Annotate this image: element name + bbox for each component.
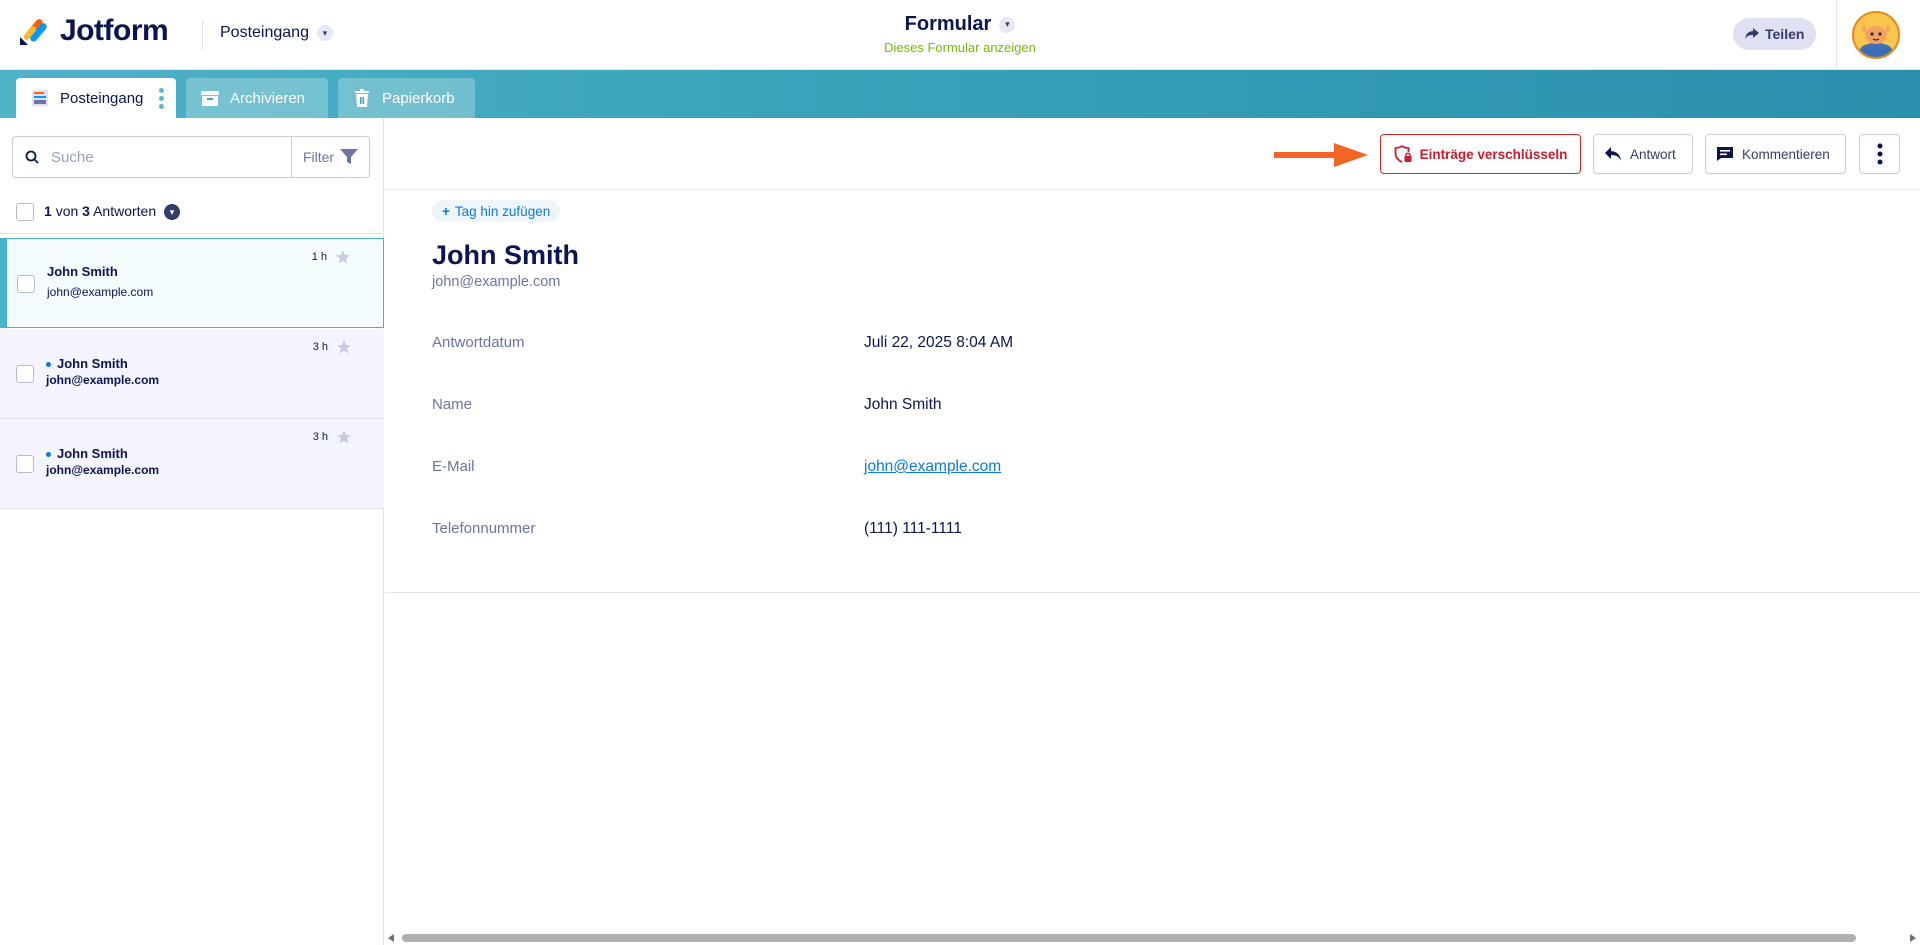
filter-button[interactable]: Filter bbox=[291, 137, 369, 177]
comment-icon bbox=[1717, 147, 1733, 161]
avatar-divider bbox=[1836, 0, 1837, 70]
scroll-left-icon[interactable] bbox=[388, 934, 394, 942]
tab-archive[interactable]: Archivieren bbox=[186, 78, 328, 118]
share-button[interactable]: Teilen bbox=[1733, 18, 1817, 50]
inbox-icon bbox=[30, 88, 50, 108]
field-label: Antwortdatum bbox=[432, 334, 525, 351]
field-label: E-Mail bbox=[432, 458, 475, 475]
share-arrow-icon bbox=[1745, 28, 1759, 39]
entry-name: John Smith bbox=[46, 356, 128, 371]
comment-button[interactable]: Kommentieren bbox=[1705, 134, 1846, 174]
plus-icon: + bbox=[442, 203, 450, 219]
reply-icon bbox=[1605, 147, 1621, 161]
entry-time: 1 h bbox=[311, 251, 327, 263]
detail-divider bbox=[385, 592, 1920, 593]
tab-label: Posteingang bbox=[60, 89, 144, 107]
count-of-word: von bbox=[55, 202, 79, 219]
form-title-dropdown[interactable]: Formular ▾ bbox=[905, 13, 1016, 36]
lock-shield-icon bbox=[1394, 145, 1412, 163]
field-label: Telefonnummer bbox=[432, 520, 536, 537]
scroll-right-icon[interactable] bbox=[1910, 934, 1916, 942]
unread-dot bbox=[46, 362, 51, 368]
field-value: Juli 22, 2025 8:04 AM bbox=[864, 334, 1014, 351]
email-link[interactable]: john@example.com bbox=[864, 458, 1001, 476]
tab-label: Papierkorb bbox=[382, 89, 455, 107]
entry-email: john@example.com bbox=[46, 373, 160, 387]
comments-label: Kommentieren bbox=[1742, 146, 1830, 162]
tab-label: Archivieren bbox=[230, 89, 306, 107]
entry-name-text: John Smith bbox=[57, 356, 128, 371]
entry-checkbox[interactable] bbox=[17, 275, 35, 293]
more-options-button[interactable] bbox=[1859, 134, 1900, 174]
submission-list-panel: Filter 1 von 3 Antworten ▾ John Smith jo… bbox=[0, 118, 384, 945]
share-label: Teilen bbox=[1765, 26, 1805, 42]
reply-button[interactable]: Antwort bbox=[1593, 134, 1693, 174]
count-answers-word: Antworten bbox=[93, 202, 157, 219]
tab-options-icon[interactable] bbox=[159, 87, 165, 109]
encrypt-entries-button[interactable]: Einträge verschlüsseln bbox=[1380, 134, 1581, 174]
form-title: Formular bbox=[904, 13, 992, 35]
list-header: 1 von 3 Antworten ▾ bbox=[0, 190, 384, 234]
list-item[interactable]: John Smith john@example.com 3 h bbox=[0, 419, 384, 509]
search-icon bbox=[13, 150, 51, 164]
encrypt-label: Einträge verschlüsseln bbox=[1419, 146, 1568, 162]
archive-icon bbox=[200, 88, 220, 108]
star-icon[interactable] bbox=[336, 339, 352, 355]
entry-time: 3 h bbox=[312, 341, 328, 353]
unread-dot bbox=[46, 452, 51, 458]
submitter-name: John Smith bbox=[432, 240, 579, 270]
orange-arrow-icon bbox=[1274, 143, 1368, 167]
funnel-icon bbox=[340, 149, 359, 164]
star-icon[interactable] bbox=[336, 429, 352, 445]
submitter-email: john@example.com bbox=[432, 274, 561, 290]
reply-label: Antwort bbox=[1630, 146, 1676, 162]
search-input[interactable] bbox=[51, 148, 291, 166]
search-box: Filter bbox=[12, 136, 370, 178]
submission-count: 1 von 3 Antworten ▾ bbox=[44, 202, 181, 221]
filter-label: Filter bbox=[302, 149, 335, 165]
kebab-menu-icon bbox=[1877, 143, 1882, 165]
trash-icon bbox=[352, 88, 372, 108]
entry-name: John Smith bbox=[46, 446, 128, 461]
entry-email: john@example.com bbox=[47, 285, 154, 299]
field-label: Name bbox=[432, 396, 473, 413]
list-item[interactable]: John Smith john@example.com 3 h bbox=[0, 329, 384, 419]
scrollbar-thumb[interactable] bbox=[402, 934, 1856, 942]
entry-checkbox[interactable] bbox=[16, 365, 34, 383]
inbox-tab-bar: Posteingang Archivieren Papierkorb bbox=[0, 70, 1920, 118]
entry-time: 3 h bbox=[312, 431, 328, 443]
user-avatar[interactable] bbox=[1852, 11, 1900, 59]
chevron-down-icon[interactable]: ▾ bbox=[164, 204, 181, 221]
entry-checkbox[interactable] bbox=[16, 455, 34, 473]
field-value: (111) 111-1111 bbox=[864, 520, 962, 537]
view-form-link[interactable]: Dieses Formular anzeigen bbox=[0, 40, 1920, 55]
count-current: 1 bbox=[44, 202, 52, 219]
entry-name-text: John Smith bbox=[57, 446, 128, 461]
avatar-cat-icon bbox=[1854, 13, 1898, 57]
field-value: John Smith bbox=[864, 396, 942, 413]
tab-trash[interactable]: Papierkorb bbox=[338, 78, 475, 118]
add-tag-label: Tag hin zufügen bbox=[454, 203, 551, 219]
tab-inbox[interactable]: Posteingang bbox=[16, 78, 176, 118]
horizontal-scrollbar[interactable] bbox=[386, 931, 1920, 945]
top-header: Jotform Posteingang ▾ Formular ▾ Dieses … bbox=[0, 0, 1920, 70]
add-tag-button[interactable]: + Tag hin zufügen bbox=[432, 200, 561, 222]
select-all-checkbox[interactable] bbox=[16, 202, 34, 221]
count-total: 3 bbox=[82, 202, 90, 219]
chevron-down-icon: ▾ bbox=[316, 25, 333, 41]
entry-name: John Smith bbox=[47, 264, 118, 279]
entry-email: john@example.com bbox=[46, 463, 160, 477]
star-icon[interactable] bbox=[335, 249, 351, 265]
chevron-down-icon: ▾ bbox=[999, 16, 1016, 33]
list-item[interactable]: John Smith john@example.com 1 h bbox=[0, 238, 384, 328]
